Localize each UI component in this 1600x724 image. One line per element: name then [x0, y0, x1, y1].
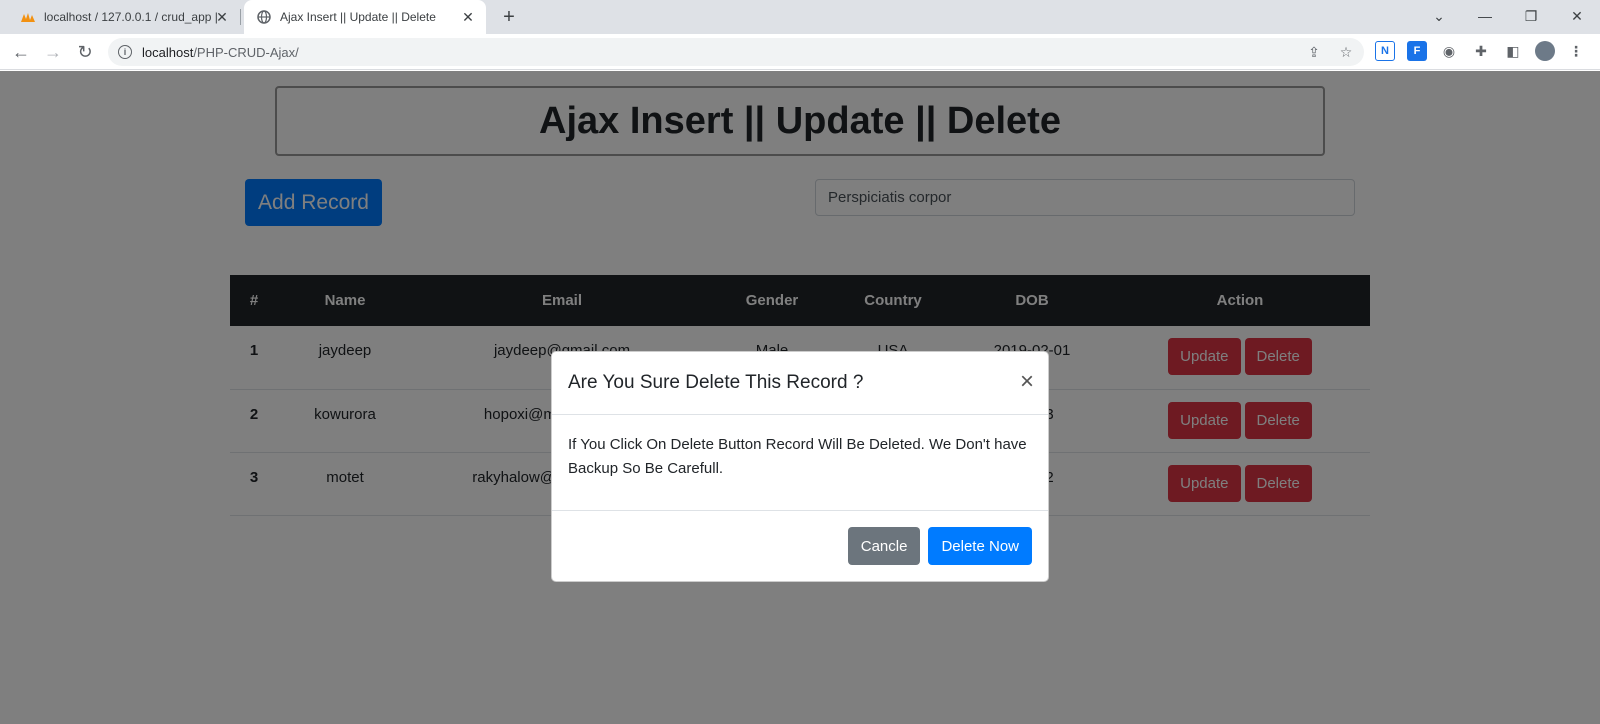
tab-search-icon[interactable]: ⌄ — [1428, 5, 1450, 27]
extension-f-icon[interactable]: F — [1407, 41, 1427, 61]
extensions-puzzle-icon[interactable]: ✚ — [1471, 41, 1491, 61]
share-icon[interactable]: ⇪ — [1304, 42, 1324, 62]
reload-icon[interactable]: ↻ — [74, 41, 96, 63]
delete-now-button[interactable]: Delete Now — [928, 527, 1032, 565]
menu-kebab-icon[interactable]: ⋮ — [1566, 41, 1586, 61]
tab-title: localhost / 127.0.0.1 / crud_app | phpMy… — [44, 10, 220, 24]
tab-phpmyadmin[interactable]: localhost / 127.0.0.1 / crud_app | phpMy… — [8, 0, 240, 34]
browser-toolbar: ← → ↻ i localhost/PHP-CRUD-Ajax/ ⇪ ☆ — [0, 34, 1600, 70]
camera-icon[interactable]: ◉ — [1439, 41, 1459, 61]
url-host: localhost — [142, 44, 194, 60]
tab-title: Ajax Insert || Update || Delete — [280, 10, 436, 24]
close-tab-icon[interactable]: ✕ — [460, 9, 476, 25]
url-path: /PHP-CRUD-Ajax/ — [193, 44, 299, 60]
extension-n-icon[interactable]: N — [1375, 41, 1395, 61]
profile-avatar[interactable] — [1535, 41, 1555, 61]
modal-header: Are You Sure Delete This Record ? × — [552, 352, 1048, 415]
back-icon[interactable]: ← — [10, 41, 32, 63]
modal-footer: Cancle Delete Now — [552, 511, 1048, 581]
close-window-icon[interactable]: ✕ — [1566, 5, 1588, 27]
minimize-icon[interactable]: — — [1474, 5, 1496, 27]
info-icon[interactable]: i — [118, 45, 132, 59]
phpmyadmin-icon — [20, 9, 36, 25]
tab-ajax-crud[interactable]: Ajax Insert || Update || Delete ✕ — [244, 0, 486, 34]
address-bar[interactable]: i localhost/PHP-CRUD-Ajax/ ⇪ ☆ — [108, 38, 1364, 66]
forward-icon[interactable]: → — [42, 41, 64, 63]
new-tab-icon[interactable]: + — [498, 6, 520, 28]
globe-icon — [256, 9, 272, 25]
close-tab-icon[interactable]: ✕ — [214, 9, 230, 25]
restore-icon[interactable]: ❐ — [1520, 5, 1542, 27]
close-icon[interactable]: × — [1020, 370, 1034, 394]
side-panel-icon[interactable]: ◧ — [1503, 41, 1523, 61]
delete-confirm-modal: Are You Sure Delete This Record ? × If Y… — [551, 351, 1049, 582]
modal-body: If You Click On Delete Button Record Wil… — [552, 415, 1048, 511]
browser-tab-bar: localhost / 127.0.0.1 / crud_app | phpMy… — [0, 0, 1600, 34]
tab-separator — [240, 9, 241, 25]
bookmark-star-icon[interactable]: ☆ — [1336, 42, 1356, 62]
modal-title: Are You Sure Delete This Record ? — [568, 372, 864, 393]
cancel-button[interactable]: Cancle — [847, 527, 921, 565]
